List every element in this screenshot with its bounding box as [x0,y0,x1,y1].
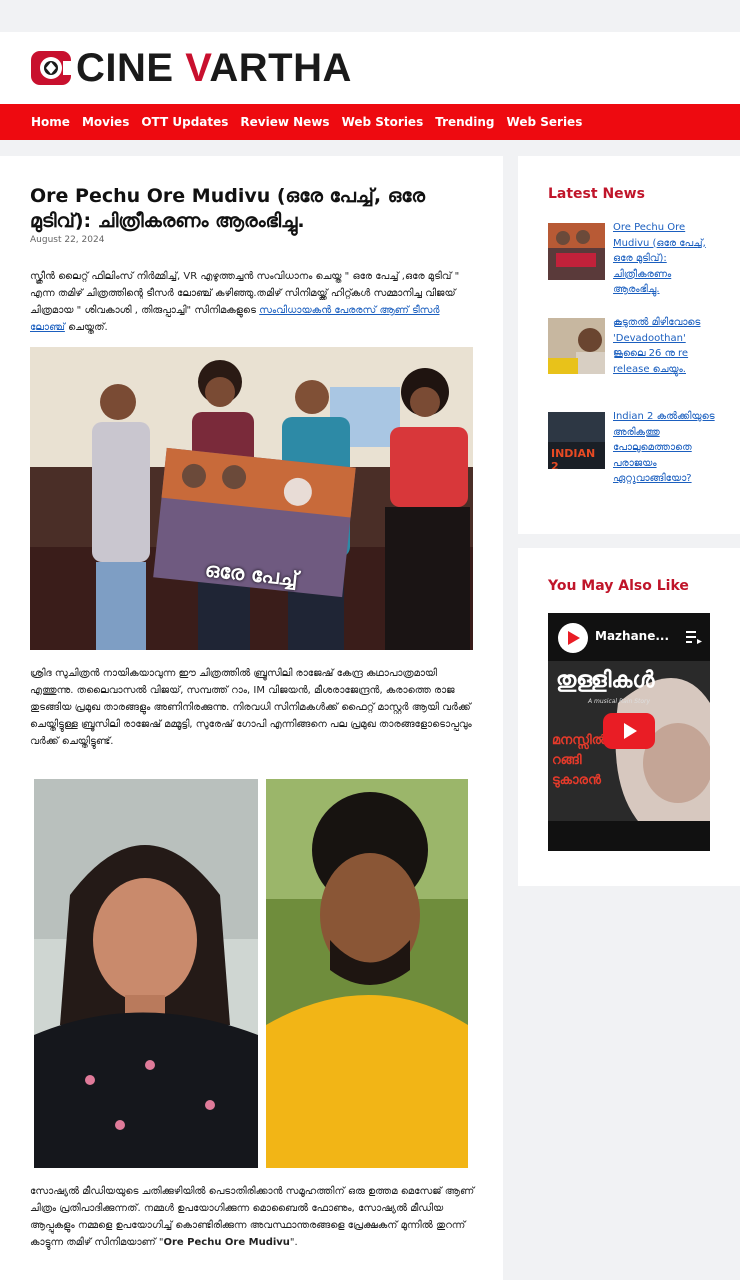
article-date: August 22, 2024 [30,235,105,245]
logo-text-accent: V [185,46,210,90]
logo-camera-icon [30,48,74,88]
video-overlay-line: റങ്ങി [552,753,582,768]
paragraph-text: ചെയ്തത്. [64,322,108,333]
logo-text-part: CINE [76,46,186,90]
teaser-launch-photo: ഒരേ പേച്ച് [30,347,473,650]
video-overlay-title: തുള്ളികൾ [556,668,655,693]
paragraph-text: ". [289,1237,298,1248]
nav-item-review-news[interactable]: Review News [240,115,329,129]
video-overlay-subtitle: A musical Rain Story [588,698,651,705]
youtube-video-embed[interactable]: Mazhane... തുള്ളികൾ A musical Rain Story… [548,613,710,851]
nav-item-ott-updates[interactable]: OTT Updates [141,115,228,129]
article-paragraph: സോഷ്യൽ മീഡിയയുടെ ചതിക്കുഴിയിൽ പെടാതിരിക്… [30,1183,475,1251]
article-paragraph: സ്ക്രീൻ ലൈറ്റ് ഫിലിംസ് നിർമ്മിച്ച്, VR എ… [30,268,475,336]
video-title[interactable]: Mazhane... [595,629,669,643]
main-nav: Home Movies OTT Updates Review News Web … [0,104,740,140]
playlist-icon[interactable] [686,629,702,644]
video-overlay-line: മനസ്സിൽ [552,733,607,748]
latest-news-link[interactable]: Indian 2 കൽക്കിയുടെ അരികത്തു പോലുമെത്താത… [548,409,718,487]
movie-name-bold: Ore Pechu Ore Mudivu [163,1237,290,1248]
video-overlay-line: ടുകാരൻ [552,773,601,788]
nav-item-trending[interactable]: Trending [435,115,494,129]
latest-news-thumbnail[interactable] [548,318,605,374]
latest-news-thumbnail[interactable] [548,223,605,280]
you-may-also-like-heading: You May Also Like [548,578,689,594]
nav-item-movies[interactable]: Movies [82,115,129,129]
logo-text-part: ARTHA [209,46,352,90]
logo-text: CINE VARTHA [76,48,352,88]
cast-photo-collage [30,775,470,1170]
latest-news-link-text: Indian 2 കൽക്കിയുടെ അരികത്തു പോലുമെത്താത… [613,411,715,484]
top-strip [0,0,740,32]
site-logo[interactable]: CINE VARTHA [30,46,352,90]
latest-news-heading: Latest News [548,186,645,202]
play-button-icon[interactable] [603,713,655,749]
nav-item-web-series[interactable]: Web Series [507,115,583,129]
article-paragraph: ശ്രിദ സുചിത്രൻ നായികയാവുന്ന ഈ ചിത്രത്തിൽ… [30,668,472,747]
channel-avatar[interactable] [558,623,588,653]
article-title: Ore Pechu Ore Mudivu (ഒരേ പേച്ച്, ഒരേ മു… [30,185,426,232]
latest-news-link[interactable]: കൂടുതൽ മിഴിവോടെ 'Devadoothan' ജൂലൈ 26 നു… [613,315,718,377]
nav-item-web-stories[interactable]: Web Stories [342,115,424,129]
latest-news-link[interactable]: Ore Pechu Ore Mudivu (ഒരേ പേച്ച്, ഒരേ മു… [613,220,718,298]
nav-item-home[interactable]: Home [31,115,70,129]
